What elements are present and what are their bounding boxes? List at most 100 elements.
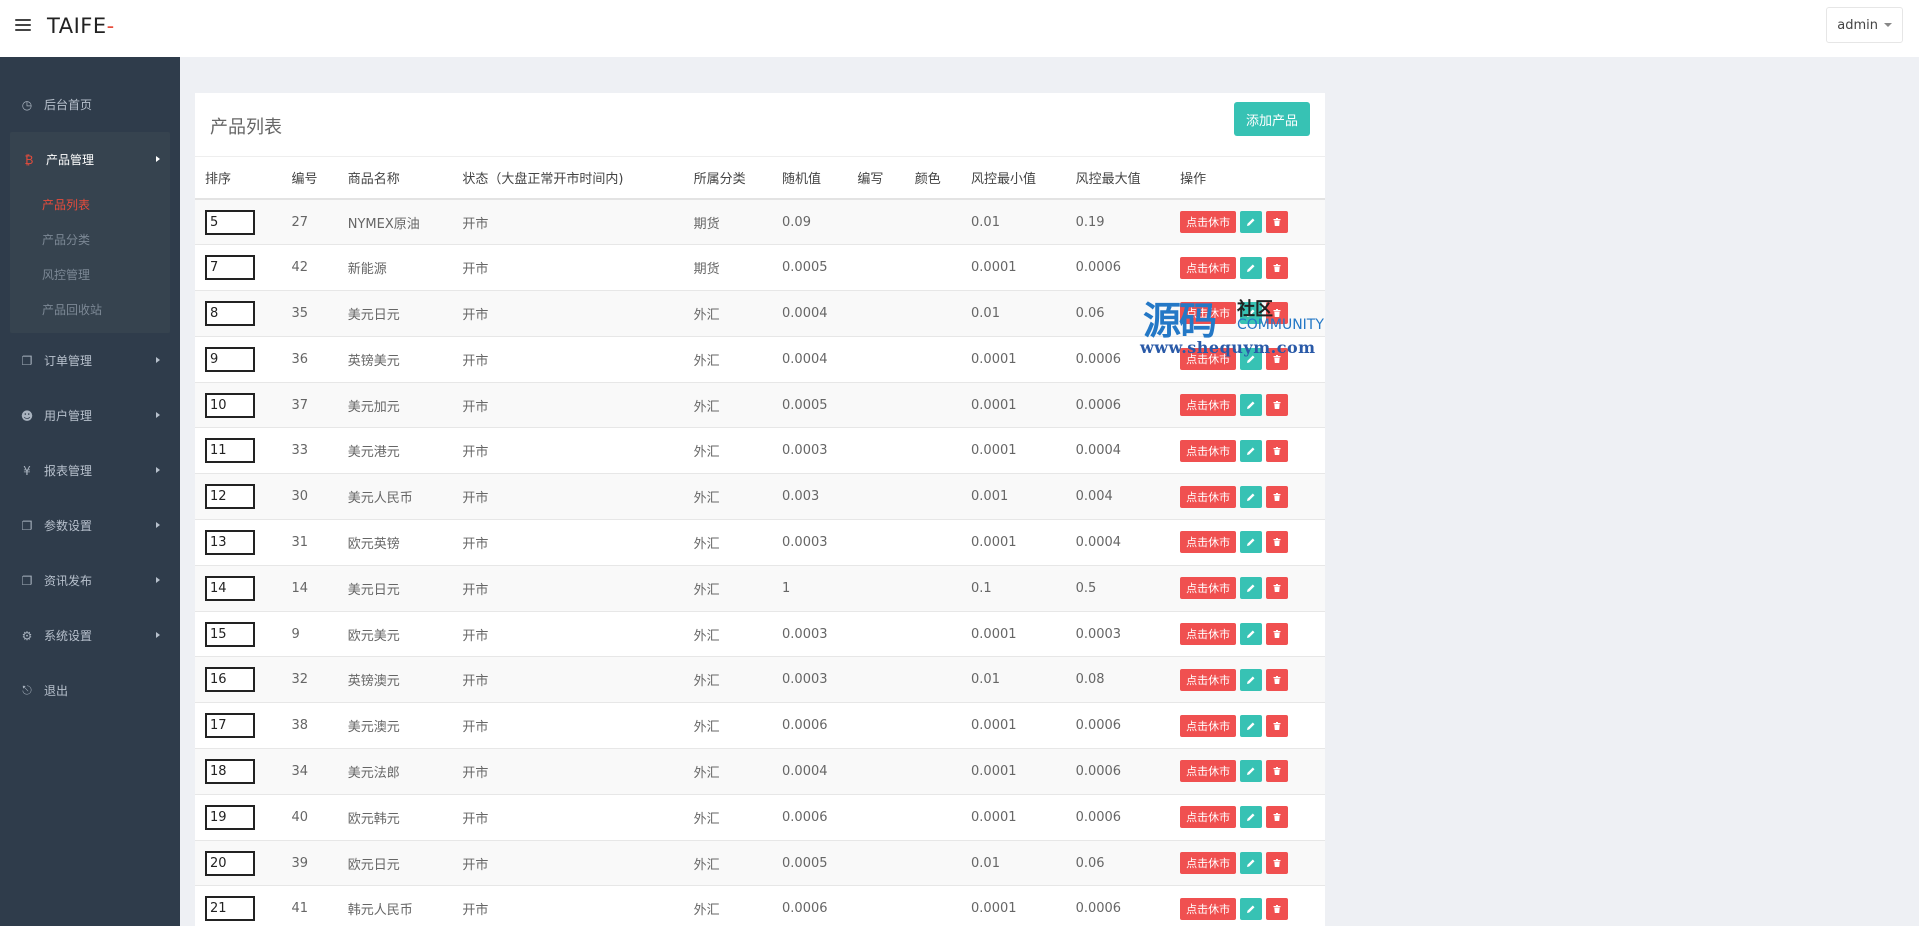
edit-button[interactable]: [1240, 302, 1263, 325]
edit-button[interactable]: [1240, 256, 1263, 279]
sort-input[interactable]: [205, 575, 255, 601]
close-market-button[interactable]: 点击休市: [1180, 348, 1237, 371]
sidebar-item-products[interactable]: ₿ 产品管理: [10, 132, 170, 187]
sidebar-subitem-product-list[interactable]: 产品列表: [10, 187, 170, 222]
cell-category: 外汇: [693, 582, 720, 598]
sidebar-subitem-risk-control[interactable]: 风控管理: [10, 257, 170, 292]
close-market-button[interactable]: 点击休市: [1180, 577, 1237, 600]
sort-input[interactable]: [205, 667, 255, 693]
close-market-button[interactable]: 点击休市: [1180, 302, 1237, 325]
delete-button[interactable]: [1266, 668, 1289, 691]
sidebar: ◷ 后台首页 ₿ 产品管理 产品列表 产品分类 风控管理 产品回收站 ❐ 订单管…: [0, 57, 180, 926]
close-market-button[interactable]: 点击休市: [1180, 668, 1237, 691]
sidebar-item-users[interactable]: ☻ 用户管理: [0, 388, 180, 443]
sort-input[interactable]: [205, 804, 255, 830]
delete-button[interactable]: [1266, 394, 1289, 417]
close-market-button[interactable]: 点击休市: [1180, 394, 1237, 417]
delete-button[interactable]: [1266, 623, 1289, 646]
sidebar-item-logout[interactable]: ⎋ 退出: [0, 663, 180, 718]
close-market-button[interactable]: 点击休市: [1180, 852, 1237, 875]
cell-id: 27: [291, 214, 308, 230]
edit-button[interactable]: [1240, 485, 1263, 508]
edit-button[interactable]: [1240, 623, 1263, 646]
cell-color: [905, 886, 961, 926]
delete-button[interactable]: [1266, 211, 1289, 234]
column-header-name: 商品名称: [337, 157, 453, 200]
delete-button[interactable]: [1266, 302, 1289, 325]
edit-button[interactable]: [1240, 897, 1263, 920]
close-market-button[interactable]: 点击休市: [1180, 760, 1237, 783]
close-market-button[interactable]: 点击休市: [1180, 714, 1237, 737]
delete-button[interactable]: [1266, 852, 1289, 875]
edit-button[interactable]: [1240, 531, 1263, 554]
table-row: 32 英镑澳元 开市 外汇 0.0003 0.01 0.08 点击休市: [195, 656, 1325, 703]
close-market-button[interactable]: 点击休市: [1180, 806, 1237, 829]
close-market-button[interactable]: 点击休市: [1180, 485, 1237, 508]
edit-button[interactable]: [1240, 211, 1263, 234]
delete-button[interactable]: [1266, 897, 1289, 920]
cell-risk-min: 0.0001: [971, 260, 1017, 276]
sort-input[interactable]: [205, 758, 255, 784]
delete-button[interactable]: [1266, 806, 1289, 829]
column-header-category: 所属分类: [683, 157, 773, 200]
cell-name: 美元日元: [347, 307, 400, 323]
close-market-button[interactable]: 点击休市: [1180, 623, 1237, 646]
edit-button[interactable]: [1240, 394, 1263, 417]
sidebar-item-reports[interactable]: ¥ 报表管理: [0, 443, 180, 498]
delete-button[interactable]: [1266, 348, 1289, 371]
sort-input[interactable]: [205, 255, 255, 281]
cell-actions: 点击休市: [1170, 336, 1325, 382]
sort-input[interactable]: [205, 392, 255, 418]
sidebar-subitem-product-category[interactable]: 产品分类: [10, 222, 170, 257]
sidebar-item-label: 参数设置: [44, 519, 93, 533]
caret-right-icon: [156, 632, 160, 638]
sort-input[interactable]: [205, 896, 255, 922]
hamburger-menu-icon[interactable]: [15, 19, 31, 33]
sort-input[interactable]: [205, 484, 255, 510]
edit-button[interactable]: [1240, 439, 1263, 462]
close-market-button[interactable]: 点击休市: [1180, 439, 1237, 462]
edit-button[interactable]: [1240, 348, 1263, 371]
cell-risk-max: 0.004: [1075, 489, 1113, 505]
sort-input[interactable]: [205, 300, 255, 326]
sidebar-item-news[interactable]: ❐ 资讯发布: [0, 553, 180, 608]
cell-risk-min: 0.1: [971, 580, 992, 596]
sidebar-item-orders[interactable]: ❐ 订单管理: [0, 333, 180, 388]
cell-status: 开市: [462, 445, 489, 461]
sort-input[interactable]: [205, 621, 255, 647]
edit-button[interactable]: [1240, 806, 1263, 829]
delete-button[interactable]: [1266, 531, 1289, 554]
sort-input[interactable]: [205, 850, 255, 876]
copy-icon: ❐: [21, 353, 33, 368]
add-product-button[interactable]: 添加产品: [1233, 102, 1310, 136]
pencil-icon: [1247, 722, 1255, 730]
sort-input[interactable]: [205, 438, 255, 464]
close-market-button[interactable]: 点击休市: [1180, 256, 1237, 279]
cell-id: 42: [291, 260, 308, 276]
sort-input[interactable]: [205, 529, 255, 555]
close-market-button[interactable]: 点击休市: [1180, 211, 1237, 234]
delete-button[interactable]: [1266, 760, 1289, 783]
sort-input[interactable]: [205, 713, 255, 739]
delete-button[interactable]: [1266, 439, 1289, 462]
cell-sort: [195, 382, 281, 428]
edit-button[interactable]: [1240, 714, 1263, 737]
delete-button[interactable]: [1266, 256, 1289, 279]
edit-button[interactable]: [1240, 760, 1263, 783]
edit-button[interactable]: [1240, 577, 1263, 600]
close-market-button[interactable]: 点击休市: [1180, 531, 1237, 554]
delete-button[interactable]: [1266, 577, 1289, 600]
close-market-button[interactable]: 点击休市: [1180, 897, 1237, 920]
sidebar-subitem-recycle-bin[interactable]: 产品回收站: [10, 292, 170, 327]
cell-risk-max: 0.0006: [1075, 901, 1122, 917]
sidebar-item-system-settings[interactable]: ⚙ 系统设置: [0, 608, 180, 663]
user-dropdown[interactable]: admin: [1826, 7, 1903, 43]
sort-input[interactable]: [205, 209, 255, 235]
delete-button[interactable]: [1266, 485, 1289, 508]
sort-input[interactable]: [205, 346, 255, 372]
delete-button[interactable]: [1266, 714, 1289, 737]
sidebar-item-dashboard[interactable]: ◷ 后台首页: [0, 77, 180, 132]
edit-button[interactable]: [1240, 668, 1263, 691]
sidebar-item-parameters[interactable]: ❐ 参数设置: [0, 498, 180, 553]
edit-button[interactable]: [1240, 852, 1263, 875]
